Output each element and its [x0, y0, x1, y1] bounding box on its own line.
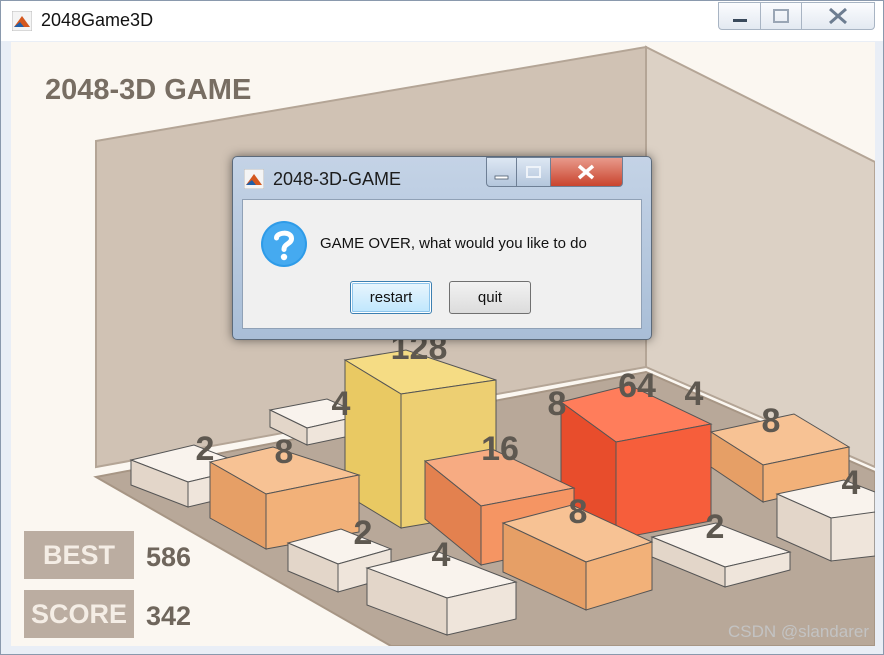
- tile-number-16: 16: [481, 430, 519, 468]
- window-titlebar[interactable]: 2048Game3D: [1, 1, 883, 41]
- dialog-body: GAME OVER, what would you like to do res…: [242, 199, 642, 329]
- maximize-button[interactable]: [760, 2, 802, 30]
- close-button[interactable]: [801, 2, 875, 30]
- dialog-title: 2048-3D-GAME: [273, 169, 402, 189]
- quit-button[interactable]: quit: [449, 281, 531, 314]
- watermark: CSDN @slandarer: [727, 622, 869, 641]
- tile-number-4-b: 4: [685, 375, 704, 413]
- restart-button[interactable]: restart: [350, 281, 432, 314]
- tile-number-4-d: 4: [432, 536, 451, 574]
- tile-number-4-a: 4: [332, 385, 351, 423]
- dialog-maximize-button[interactable]: [516, 157, 551, 187]
- tile-number-8-d: 8: [569, 493, 588, 531]
- close-icon: [829, 7, 847, 25]
- tile-number-2-c: 2: [706, 508, 725, 546]
- dialog-minimize-button[interactable]: [486, 157, 517, 187]
- window-title: 2048Game3D: [41, 10, 154, 30]
- tile-number-2-b: 2: [354, 514, 373, 552]
- score-label: SCORE: [24, 590, 134, 638]
- close-icon: [577, 164, 595, 180]
- dialog-close-button[interactable]: [550, 157, 623, 187]
- maximize-icon: [773, 9, 789, 23]
- tile-number-4-c: 4: [842, 464, 861, 502]
- tile-number-8-b: 8: [762, 402, 781, 440]
- dialog-message: GAME OVER, what would you like to do: [320, 235, 587, 252]
- minimize-icon: [733, 19, 747, 22]
- maximize-icon: [526, 166, 541, 178]
- game-title: 2048-3D GAME: [45, 74, 252, 106]
- best-value: 586: [146, 542, 192, 572]
- matlab-icon: [12, 11, 32, 31]
- question-icon: [261, 221, 307, 267]
- minimize-button[interactable]: [718, 2, 761, 30]
- minimize-icon: [494, 175, 509, 180]
- tile-number-2-a: 2: [196, 430, 215, 468]
- game-area: 128 4 8 64 4 8 2 8 16 4 2 4 8 2 2048-3D …: [11, 42, 875, 646]
- score-value: 342: [146, 601, 192, 631]
- tile-number-8-c: 8: [275, 433, 294, 471]
- tile-number-8-a: 8: [548, 385, 567, 423]
- matlab-icon: [244, 169, 264, 189]
- best-label: BEST: [24, 531, 134, 579]
- game-board-3d: 128 4 8 64 4 8 2 8 16 4 2 4 8 2: [93, 45, 875, 646]
- tile-number-64: 64: [618, 367, 656, 405]
- game-over-dialog: 2048-3D-GAME GAME OVER, what would you l…: [232, 156, 652, 340]
